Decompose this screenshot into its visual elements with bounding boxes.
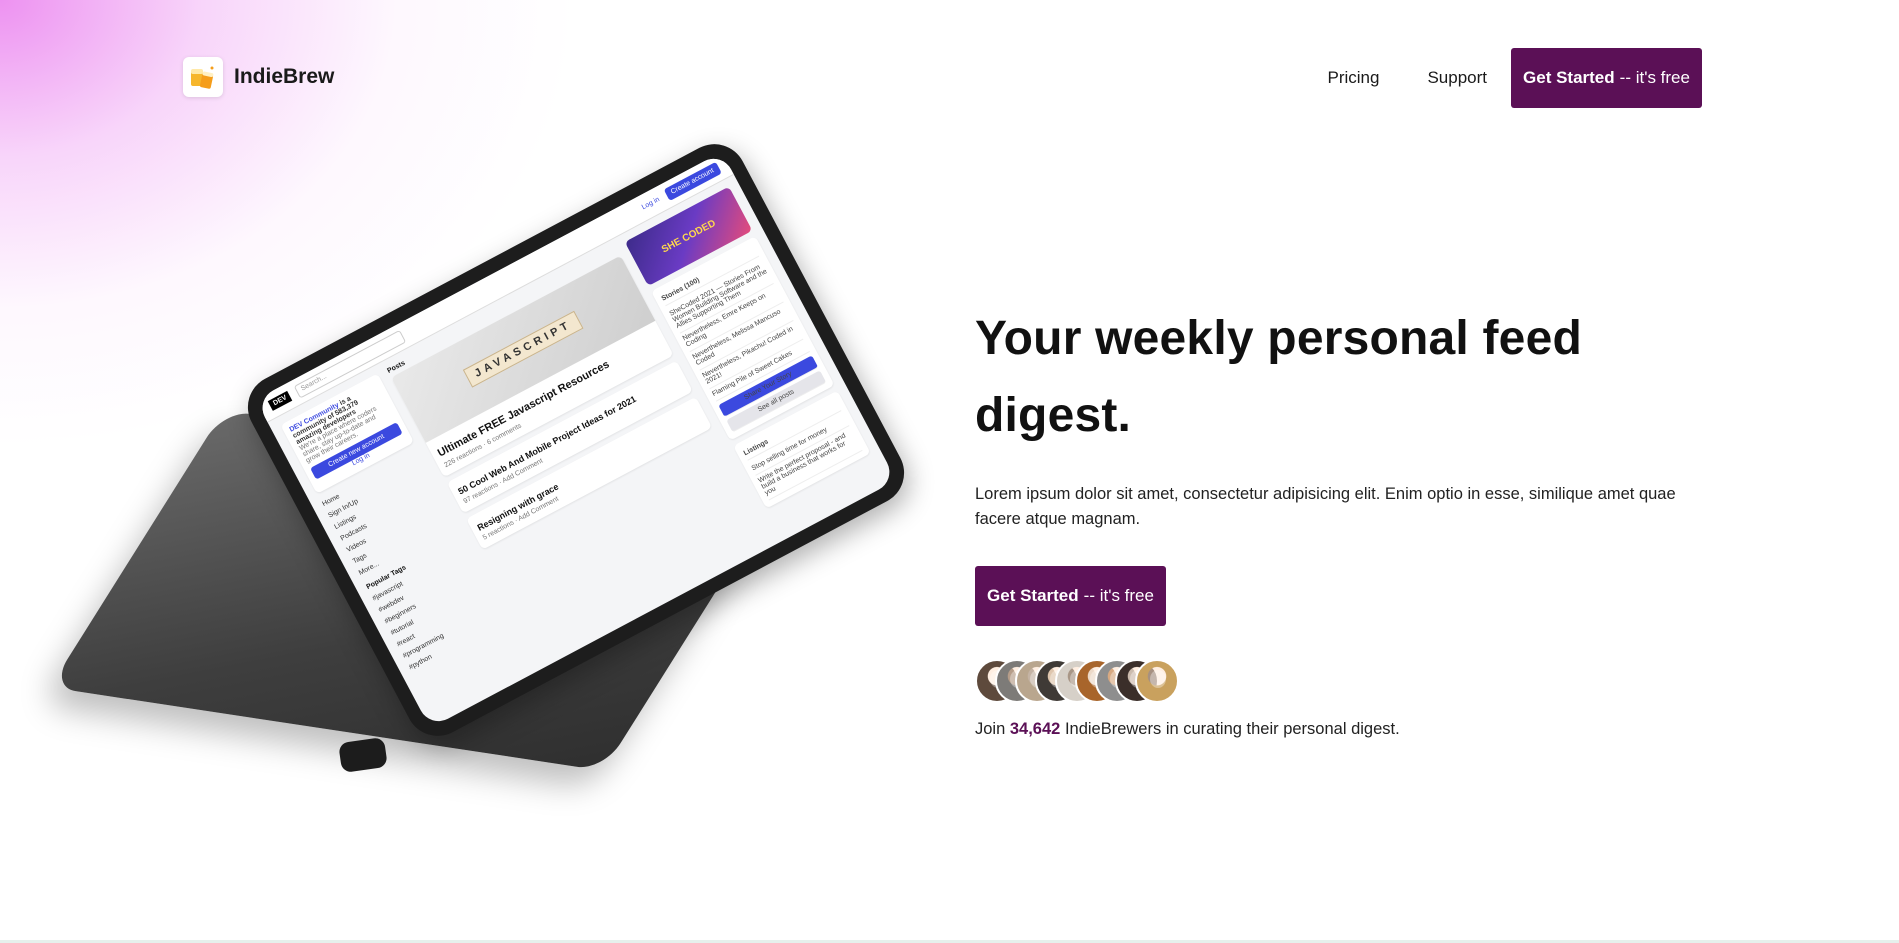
hero-section: Your weekly personal feed digest. Lorem … xyxy=(975,300,1715,739)
join-text: Join 34,642 IndieBrewers in curating the… xyxy=(975,720,1715,739)
tablet-camera xyxy=(338,736,388,774)
cta-bold-label: Get Started xyxy=(1523,68,1615,87)
cta-bold-label: Get Started xyxy=(987,586,1079,605)
member-count: 34,642 xyxy=(1009,720,1061,738)
avatar xyxy=(1135,659,1179,703)
beer-mugs-icon xyxy=(183,57,223,97)
get-started-button-hero[interactable]: Get Started -- it's free xyxy=(975,566,1166,626)
avatar-stack xyxy=(975,659,1715,703)
tablet-illustration: DEV Search... Log in Create account DEV … xyxy=(49,132,920,800)
join-suffix: IndieBrewers in curating their personal … xyxy=(1064,720,1400,738)
get-started-button-header[interactable]: Get Started -- it's free xyxy=(1511,48,1702,108)
nav-pricing-link[interactable]: Pricing xyxy=(1327,68,1379,88)
cta-rest-label: -- it's free xyxy=(1083,586,1154,605)
logo[interactable]: IndieBrew xyxy=(183,57,334,97)
join-prefix: Join xyxy=(975,720,1006,738)
nav-support-link[interactable]: Support xyxy=(1427,68,1487,88)
dev-logo: DEV xyxy=(267,390,293,411)
hero-lead: Lorem ipsum dolor sit amet, consectetur … xyxy=(975,485,1676,528)
screen-login: Log in xyxy=(640,196,661,212)
hero-headline: Your weekly personal feed digest. xyxy=(975,312,1582,442)
logo-text: IndieBrew xyxy=(234,65,335,88)
cta-rest-label: -- it's free xyxy=(1619,68,1690,87)
top-nav: Pricing Support Get Started -- it's free xyxy=(1327,48,1702,108)
